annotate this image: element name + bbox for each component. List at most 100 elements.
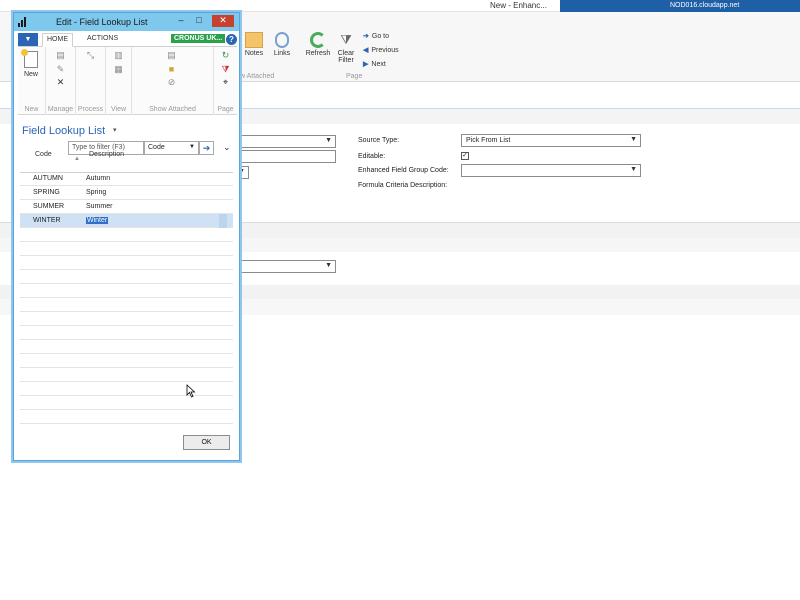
list-view-icon[interactable]: ▥	[114, 51, 123, 60]
minimize-button[interactable]: –	[174, 15, 188, 27]
ribbon-group-page: ↻ ⧩ ⌖ Page	[214, 47, 237, 115]
remote-host-name: NOD016.cloudapp.net	[670, 2, 740, 9]
ribbon-group-process: ⤡ Process	[76, 47, 106, 115]
formula-criteria-description-label: Formula Criteria Description:	[358, 182, 448, 189]
background-field-1[interactable]: ▼	[238, 135, 336, 148]
empty-row[interactable]	[20, 396, 233, 410]
cell-description: Spring	[86, 189, 107, 196]
empty-row[interactable]	[20, 410, 233, 424]
empty-row[interactable]	[20, 382, 233, 396]
help-icon[interactable]: ?	[226, 34, 237, 45]
source-type-label: Source Type:	[358, 137, 400, 144]
filter-field-select[interactable]: Code ▼	[144, 141, 199, 155]
notes-small-icon[interactable]: ■	[167, 65, 176, 74]
app-icon	[18, 17, 26, 27]
delete-icon[interactable]: ✕	[56, 78, 65, 87]
column-header-code[interactable]: Code	[35, 151, 52, 158]
empty-row[interactable]	[20, 326, 233, 340]
refresh-icon	[310, 32, 326, 48]
ribbon-group-label-show-attached: Show Attached	[149, 106, 196, 113]
application-menu-button[interactable]: ▼	[18, 33, 38, 46]
enhanced-field-group-code-select[interactable]: ▼	[461, 164, 641, 177]
empty-row[interactable]	[20, 270, 233, 284]
chevron-down-icon: ▼	[630, 166, 637, 173]
enhanced-field-group-code-label: Enhanced Field Group Code:	[358, 167, 449, 174]
links-button[interactable]: Links	[265, 32, 299, 57]
view-icon[interactable]: ▤	[56, 51, 65, 60]
table-row[interactable]: SUMMER Summer	[20, 200, 233, 214]
mouse-cursor-icon	[186, 384, 196, 398]
ribbon-group-manage: ▤ ✎ ✕ Manage	[46, 47, 76, 115]
clear-filter-label-line1: Clear	[337, 50, 355, 57]
list-title-dropdown-icon[interactable]: ▾	[113, 126, 117, 134]
empty-row[interactable]	[20, 298, 233, 312]
filter-field-value: Code	[148, 144, 165, 151]
dialog-ribbon: New New ▤ ✎ ✕ Manage ⤡ Process ▥ ▦ View …	[18, 47, 237, 115]
empty-row[interactable]	[20, 340, 233, 354]
background-field-4[interactable]: ▼	[238, 260, 336, 273]
close-button[interactable]: ✕	[212, 15, 234, 27]
table-view-icon[interactable]: ▦	[114, 65, 123, 74]
table-row-selected[interactable]: WINTER Winter	[20, 214, 233, 228]
empty-row[interactable]	[20, 284, 233, 298]
new-document-icon	[21, 49, 38, 68]
field-lookup-dialog: Edit - Field Lookup List – □ ✕ ▼ HOME AC…	[13, 12, 240, 461]
ribbon-group-label-process: Process	[77, 106, 104, 113]
edit-icon[interactable]: ✎	[56, 65, 65, 74]
find-icon[interactable]: ⌖	[221, 78, 230, 87]
table-row[interactable]: AUTUMN Autumn	[20, 172, 233, 186]
cell-description[interactable]: Winter	[86, 217, 109, 224]
go-to-button[interactable]: ➔ Go to	[363, 32, 389, 40]
arrow-left-icon: ◀	[363, 47, 369, 54]
show-attached-group-label: w Attached	[240, 73, 275, 80]
empty-row[interactable]	[20, 256, 233, 270]
arrow-right-icon: ➔	[363, 33, 369, 40]
refresh-small-icon[interactable]: ↻	[221, 51, 230, 60]
chevron-down-icon: ▼	[325, 137, 332, 144]
arrow-right-small-icon: ▶	[363, 61, 369, 68]
cell-description: Summer	[86, 203, 113, 210]
expand-filter-icon[interactable]: ⌄	[223, 142, 231, 153]
dimensions-icon[interactable]: ▤	[167, 51, 176, 60]
tab-actions[interactable]: ACTIONS	[87, 35, 118, 42]
empty-row[interactable]	[20, 368, 233, 382]
ribbon-group-label-new: New	[24, 106, 39, 113]
links-label: Links	[273, 50, 291, 57]
clear-filter-button[interactable]: ⧩ Clear Filter	[329, 32, 363, 64]
tab-home[interactable]: HOME	[42, 33, 73, 47]
next-button[interactable]: ▶ Next	[363, 60, 386, 68]
sort-ascending-icon: ▲	[74, 156, 80, 162]
clear-filter-small-icon[interactable]: ⧩	[221, 65, 230, 74]
row-selection-indicator	[219, 214, 227, 228]
notes-icon	[245, 32, 263, 48]
ribbon-group-show-attached: ▤ ■ ⊘ Show Attached	[132, 47, 214, 115]
chevron-down-icon: ▼	[630, 136, 637, 143]
background-window-title: New - Enhanc...	[490, 1, 547, 10]
list-title: Field Lookup List	[22, 125, 106, 137]
editable-checkbox[interactable]: ✓	[461, 152, 469, 160]
page-group-label: Page	[346, 73, 363, 80]
company-badge[interactable]: CRONUS UK...	[171, 34, 226, 43]
apply-filter-button[interactable]: ➔	[199, 141, 214, 155]
column-header-description[interactable]: Description	[89, 151, 124, 158]
empty-row[interactable]	[20, 354, 233, 368]
lookup-grid: AUTUMN Autumn SPRING Spring SUMMER Summer W…	[20, 172, 234, 430]
ribbon-group-new: New New	[18, 47, 46, 115]
links-small-icon[interactable]: ⊘	[167, 78, 176, 87]
process-icon[interactable]: ⤡	[86, 51, 95, 60]
editable-label: Editable:	[358, 153, 386, 160]
dialog-title: Edit - Field Lookup List	[56, 17, 148, 27]
empty-row[interactable]	[20, 242, 233, 256]
ribbon-group-view: ▥ ▦ View	[106, 47, 132, 115]
maximize-button[interactable]: □	[192, 15, 206, 27]
ribbon-group-label-page: Page	[217, 106, 234, 113]
table-row[interactable]: SPRING Spring	[20, 186, 233, 200]
ok-button[interactable]: OK	[183, 435, 230, 450]
clear-filter-label-line2: Filter	[338, 57, 354, 64]
source-type-select[interactable]: Pick From List ▼	[461, 134, 641, 147]
previous-button[interactable]: ◀ Previous	[363, 46, 399, 54]
background-field-2[interactable]	[238, 150, 336, 163]
cell-description: Autumn	[86, 175, 111, 182]
empty-row[interactable]	[20, 228, 233, 242]
empty-row[interactable]	[20, 312, 233, 326]
